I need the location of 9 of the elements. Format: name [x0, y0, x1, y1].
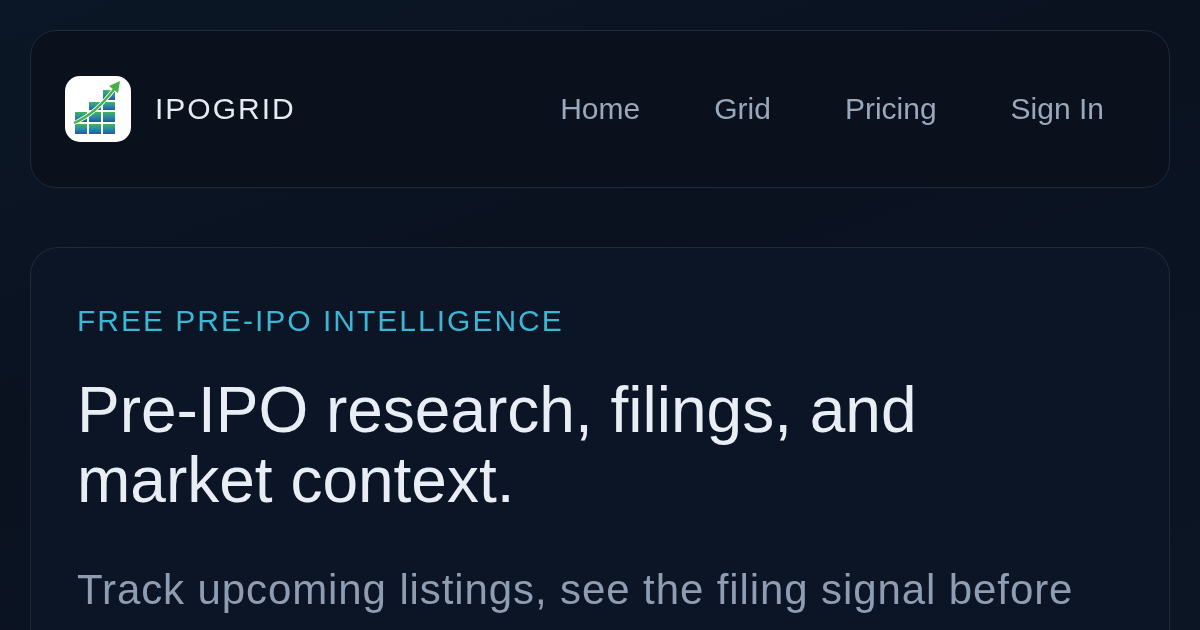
- nav-link[interactable]: Grid: [714, 92, 771, 126]
- growth-chart-icon[interactable]: [65, 76, 131, 142]
- hero-heading: Pre-IPO research, filings, and market context.: [77, 375, 918, 515]
- brand-name[interactable]: IPOGRID: [155, 92, 296, 126]
- nav-link[interactable]: Home: [560, 92, 641, 126]
- eyebrow-text: FREE PRE-IPO INTELLIGENCE: [77, 303, 565, 339]
- nav-link[interactable]: Sign In: [1010, 92, 1104, 126]
- nav-link[interactable]: Pricing: [844, 92, 937, 126]
- hero-description: Track upcoming listings, see the filing signal before: [77, 565, 1075, 615]
